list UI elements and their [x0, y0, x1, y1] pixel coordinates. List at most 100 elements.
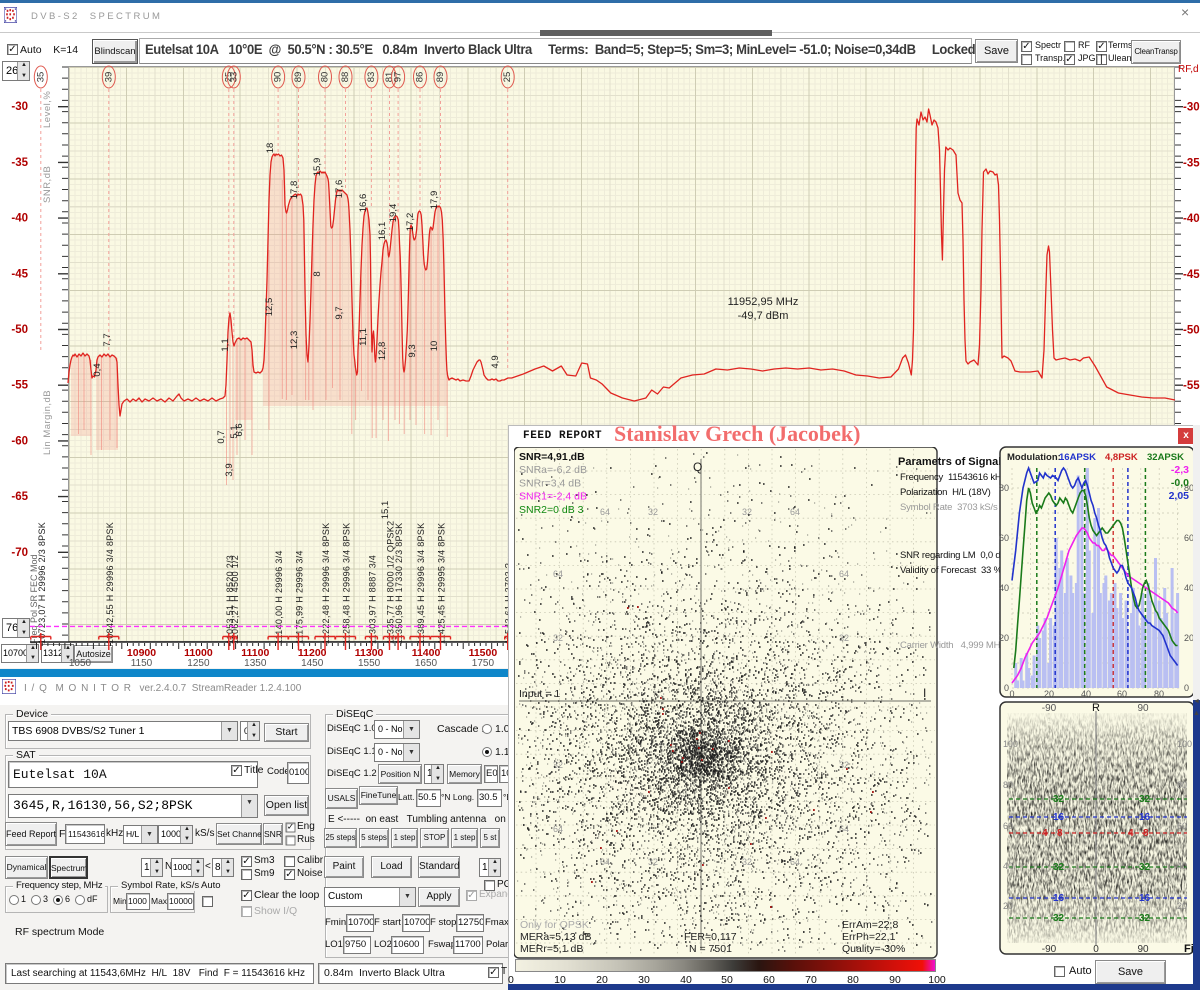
- svg-text:32: 32: [648, 507, 658, 517]
- svg-text:FER=0,117: FER=0,117: [684, 931, 737, 943]
- svg-text:9,3: 9,3: [407, 344, 418, 357]
- svg-text:4,9: 4,9: [490, 355, 501, 368]
- svg-text:-60: -60: [11, 435, 28, 447]
- svg-text:-70: -70: [11, 547, 28, 559]
- svg-text:20: 20: [1044, 689, 1054, 699]
- svg-text:7,7: 7,7: [102, 333, 113, 346]
- svg-text:R: R: [1092, 702, 1100, 714]
- svg-text:8: 8: [312, 271, 323, 276]
- svg-text:64: 64: [600, 857, 610, 867]
- svg-text:15,9: 15,9: [312, 158, 323, 177]
- svg-text:8: 8: [1057, 828, 1063, 839]
- svg-text:32: 32: [1053, 862, 1065, 873]
- svg-text:N = 7501: N = 7501: [689, 943, 732, 955]
- svg-text:0: 0: [1093, 944, 1099, 955]
- svg-text:Lin Margin,dB: Lin Margin,dB: [42, 390, 53, 455]
- svg-text:4: 4: [1042, 828, 1048, 839]
- svg-text:RF,d: RF,d: [1178, 64, 1199, 75]
- svg-text:SNRr=3,4 dB: SNRr=3,4 dB: [519, 477, 581, 489]
- svg-text:33: 33: [228, 72, 239, 83]
- svg-text:-55: -55: [11, 380, 28, 392]
- svg-text:17,2: 17,2: [405, 213, 416, 232]
- svg-text:Q: Q: [693, 460, 702, 474]
- svg-text:4: 4: [1128, 828, 1134, 839]
- svg-text:16APSK: 16APSK: [1059, 452, 1096, 463]
- svg-text:-40: -40: [1183, 213, 1200, 225]
- svg-text:60: 60: [999, 533, 1009, 543]
- svg-text:11062,27 H 4500 1/2: 11062,27 H 4500 1/2: [230, 555, 240, 644]
- svg-text:10: 10: [429, 341, 440, 352]
- svg-text:-65: -65: [11, 491, 28, 503]
- svg-text:2,05: 2,05: [1169, 490, 1190, 502]
- svg-text:35: 35: [35, 72, 46, 83]
- svg-text:64: 64: [600, 507, 610, 517]
- svg-text:32: 32: [742, 507, 752, 517]
- svg-text:86: 86: [415, 72, 426, 83]
- svg-text:SNR2=0 dB 3: SNR2=0 dB 3: [519, 504, 584, 516]
- svg-text:32: 32: [839, 633, 849, 643]
- svg-text:11952,95 MHz: 11952,95 MHz: [728, 296, 799, 308]
- svg-text:SNRa=-6,2 dB: SNRa=-6,2 dB: [519, 464, 587, 476]
- svg-text:80: 80: [1003, 780, 1013, 790]
- svg-text:1750: 1750: [472, 658, 495, 668]
- svg-text:0: 0: [1004, 683, 1009, 693]
- svg-text:97: 97: [393, 72, 404, 83]
- svg-text:12,3: 12,3: [289, 331, 300, 350]
- svg-text:80: 80: [320, 72, 331, 83]
- svg-text:1650: 1650: [415, 658, 438, 668]
- svg-text:32: 32: [1053, 794, 1065, 805]
- svg-text:19,4: 19,4: [388, 204, 399, 223]
- svg-text:I: I: [923, 686, 926, 700]
- svg-text:0: 0: [1009, 689, 1014, 699]
- svg-text:40: 40: [1081, 689, 1091, 699]
- svg-text:SNR,dB: SNR,dB: [42, 166, 53, 203]
- svg-text:15,1: 15,1: [380, 501, 391, 520]
- svg-text:11303,97 H 8887 3/4: 11303,97 H 8887 3/4: [367, 555, 377, 644]
- svg-text:-49,7 dBm: -49,7 dBm: [738, 310, 789, 322]
- svg-text:16,6: 16,6: [358, 194, 369, 213]
- svg-text:-40: -40: [11, 213, 28, 225]
- svg-text:20: 20: [1177, 901, 1187, 911]
- svg-text:16: 16: [1053, 893, 1065, 904]
- svg-text:90: 90: [1137, 703, 1149, 714]
- svg-text:1450: 1450: [301, 658, 324, 668]
- svg-text:6,6: 6,6: [234, 423, 245, 436]
- svg-text:Only for QPSK:: Only for QPSK:: [520, 919, 592, 931]
- svg-text:-35: -35: [1183, 157, 1200, 169]
- svg-text:-45: -45: [1183, 269, 1200, 281]
- svg-text:39: 39: [103, 72, 114, 83]
- svg-text:ErrAm=22,8: ErrAm=22,8: [842, 919, 898, 931]
- svg-text:-35: -35: [11, 157, 28, 169]
- svg-text:40: 40: [999, 583, 1009, 593]
- svg-text:1050: 1050: [69, 658, 92, 668]
- svg-text:60: 60: [1177, 821, 1187, 831]
- svg-text:100: 100: [1003, 739, 1018, 749]
- svg-text:16: 16: [1053, 812, 1065, 823]
- svg-text:-2,3: -2,3: [1171, 464, 1189, 476]
- svg-text:0: 0: [1184, 683, 1189, 693]
- svg-text:8: 8: [1143, 828, 1149, 839]
- svg-text:0,4: 0,4: [92, 363, 103, 376]
- svg-text:-30: -30: [1183, 102, 1200, 114]
- svg-text:17,8: 17,8: [289, 181, 300, 200]
- svg-text:64: 64: [790, 507, 800, 517]
- svg-text:11175,99 H 29996 3/4: 11175,99 H 29996 3/4: [295, 550, 305, 644]
- svg-text:17,9: 17,9: [429, 191, 440, 210]
- svg-text:MERa=5,13 dB: MERa=5,13 dB: [520, 931, 592, 943]
- svg-text:20: 20: [1003, 901, 1013, 911]
- svg-text:-55: -55: [1183, 380, 1200, 392]
- svg-text:64: 64: [839, 569, 849, 579]
- svg-text:20: 20: [999, 633, 1009, 643]
- svg-text:3,9: 3,9: [224, 463, 235, 476]
- svg-text:11140,00 H 29996 3/4: 11140,00 H 29996 3/4: [274, 550, 284, 644]
- svg-text:88: 88: [340, 72, 351, 83]
- svg-text:90: 90: [273, 72, 284, 83]
- svg-text:16: 16: [1139, 893, 1151, 904]
- svg-text:-90: -90: [1042, 944, 1057, 955]
- svg-text:17,6: 17,6: [334, 180, 345, 199]
- svg-text:60: 60: [1117, 689, 1127, 699]
- svg-text:32: 32: [1139, 913, 1151, 924]
- svg-text:1350: 1350: [244, 658, 267, 668]
- svg-text:32APSK: 32APSK: [1147, 452, 1184, 463]
- svg-text:-30: -30: [11, 101, 28, 113]
